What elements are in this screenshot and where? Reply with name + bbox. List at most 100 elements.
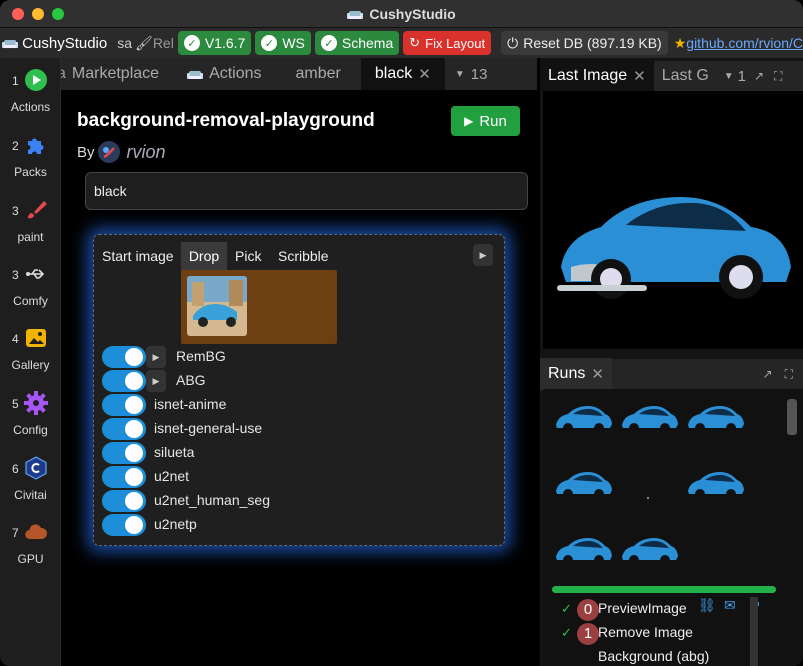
check-icon: ✓ — [183, 35, 200, 51]
option-toggle[interactable] — [102, 490, 146, 512]
toggle-knob — [125, 396, 143, 414]
image-drop-zone[interactable] — [181, 270, 337, 344]
maximize-window-button[interactable] — [52, 8, 64, 20]
couch-icon — [2, 39, 19, 49]
tab-marketplace[interactable]: a Marketplace — [61, 58, 173, 90]
external-link-icon[interactable]: ↗ — [754, 69, 764, 83]
sidebar-item-label: Civitai — [14, 488, 47, 502]
fix-layout-label: Fix Layout — [425, 35, 486, 51]
minimize-window-button[interactable] — [32, 8, 44, 20]
draft-name-input[interactable] — [85, 172, 528, 210]
maximize-icon[interactable]: ⛶ — [774, 69, 782, 84]
sidebar-item-label: Comfy — [13, 294, 48, 308]
sidebar-item-packs[interactable]: 2 Packs — [0, 131, 61, 193]
draft-title: background-removal-playground — [77, 110, 375, 131]
sidebar-item-paint[interactable]: 3 paint — [0, 196, 61, 258]
right-panel: Last Image ✕ Last G ▼ 1 ↗ ⛶ Runs ✕ ↗ ⛶ ✓… — [537, 58, 803, 666]
step-label[interactable]: PreviewImage — [598, 600, 687, 616]
sidebar-item-comfy[interactable]: 3 Comfy — [0, 260, 61, 322]
run-thumbnail[interactable] — [553, 401, 613, 437]
reset-db-label: Reset DB (897.19 KB) — [523, 35, 662, 51]
author-name[interactable]: rvion — [127, 142, 166, 163]
author-avatar-icon — [97, 141, 120, 163]
last-image[interactable] — [551, 177, 801, 317]
option-toggle[interactable] — [102, 442, 146, 464]
maximize-icon[interactable]: ⛶ — [785, 367, 793, 382]
graph-icon[interactable]: ⛓ — [698, 597, 716, 614]
option-label: u2net — [154, 468, 190, 484]
run-thumbnail[interactable] — [685, 467, 745, 503]
tab-drop[interactable]: Drop — [181, 242, 227, 270]
step-label[interactable]: Remove Image — [598, 624, 693, 640]
tab-runs[interactable]: Runs ✕ — [540, 358, 612, 390]
run-thumbnail[interactable] — [553, 467, 613, 503]
option-label: RemBG — [176, 348, 226, 364]
run-thumbnail[interactable] — [619, 401, 679, 437]
sidebar-item-label: Gallery — [11, 358, 50, 372]
center-tab-bar: a Marketplace Actions amber black ✕ ▼ 13 — [61, 58, 537, 90]
couch-icon — [187, 71, 204, 79]
tab-amber[interactable]: amber — [276, 58, 361, 90]
gear-icon — [24, 391, 48, 415]
power-icon: ⏻ — [507, 34, 519, 51]
truncated-menu-1[interactable]: sa — [117, 35, 132, 51]
option-toggle[interactable] — [102, 466, 146, 488]
step-label[interactable]: Background (abg) — [598, 648, 709, 664]
sidebar-item-gallery[interactable]: 4 Gallery — [0, 324, 61, 386]
sidebar-item-label: Actions — [10, 100, 51, 114]
close-icon[interactable]: ✕ — [633, 67, 646, 85]
run-placeholder — [647, 497, 649, 499]
option-toggle[interactable] — [102, 514, 146, 536]
schema-chip[interactable]: ✓ Schema — [314, 31, 400, 55]
app-window: CushyStudio CushyStudio sa 🖌 Rel ✓ V1.6.7… — [0, 0, 803, 666]
run-thumbnail[interactable] — [553, 533, 613, 569]
expand-button[interactable]: ▶ — [146, 346, 166, 368]
start-image-thumbnail[interactable] — [187, 276, 247, 336]
app-name[interactable]: CushyStudio — [22, 35, 107, 52]
option-toggle[interactable] — [102, 394, 146, 416]
ws-chip[interactable]: ✓ WS — [255, 31, 311, 55]
sidebar-item-config[interactable]: 5 Config — [0, 389, 61, 451]
image-tab-bar: Last Image ✕ Last G ▼ 1 ↗ ⛶ — [540, 60, 803, 92]
option-toggle[interactable] — [102, 418, 146, 440]
run-thumbnail[interactable] — [685, 401, 745, 437]
sidebar-item-civitai[interactable]: 6 Civitai — [0, 454, 61, 516]
tab-count: 13 — [470, 65, 488, 83]
step-index-badge: 0 — [577, 599, 599, 621]
tab-pick[interactable]: Pick — [235, 248, 261, 264]
runs-scrollbar[interactable] — [787, 399, 797, 435]
github-link[interactable]: github.com/rvion/C — [686, 35, 803, 51]
couch-icon — [347, 10, 364, 19]
sidebar-item-actions[interactable]: 1 Actions — [0, 66, 61, 128]
toggle-knob — [125, 444, 143, 462]
fix-layout-button[interactable]: ↻ Fix Layout — [403, 31, 492, 55]
runs-tab-bar: Runs ✕ ↗ ⛶ — [540, 358, 803, 390]
collapse-button[interactable]: ▶ — [473, 244, 493, 266]
tab-scribble[interactable]: Scribble — [278, 248, 329, 264]
chevron-down-icon[interactable]: ▼ — [724, 71, 734, 82]
tab-overflow[interactable]: ▼ 13 — [445, 58, 498, 90]
tab-last-image[interactable]: Last Image ✕ — [540, 60, 654, 92]
option-toggle[interactable] — [102, 346, 146, 368]
external-link-icon[interactable]: ↗ — [763, 367, 773, 381]
window-title: CushyStudio — [369, 5, 456, 22]
run-button[interactable]: ▶ Run — [451, 106, 520, 136]
version-chip[interactable]: ✓ V1.6.7 — [177, 31, 252, 55]
truncated-menu-2[interactable]: Rel — [153, 35, 174, 51]
reset-db-button[interactable]: ⏻ Reset DB (897.19 KB) — [501, 31, 668, 55]
run-thumbnail[interactable] — [619, 533, 679, 569]
step-index-badge: 1 — [577, 623, 599, 645]
expand-button[interactable]: ▶ — [146, 370, 166, 392]
option-toggle[interactable] — [102, 370, 146, 392]
steps-scrollbar[interactable] — [750, 597, 758, 666]
close-icon[interactable]: ✕ — [418, 65, 431, 83]
tab-black[interactable]: black ✕ — [360, 58, 445, 90]
tab-last-graph[interactable]: Last G — [654, 60, 716, 92]
close-icon[interactable]: ✕ — [591, 365, 604, 383]
comment-icon[interactable]: ✉ — [724, 597, 736, 614]
sidebar-item-gpu[interactable]: 7 GPU — [0, 518, 61, 580]
truncated-icon: a — [61, 65, 66, 82]
check-icon: ✓ — [561, 625, 572, 640]
close-window-button[interactable] — [12, 8, 24, 20]
tab-actions[interactable]: Actions — [173, 58, 275, 90]
